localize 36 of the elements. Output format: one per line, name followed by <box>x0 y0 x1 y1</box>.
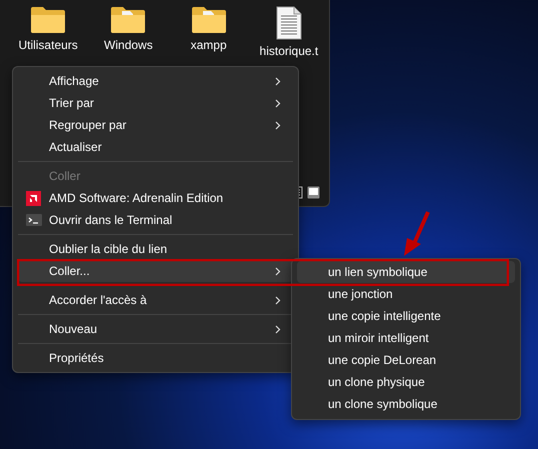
chevron-right-icon <box>275 296 281 304</box>
folder-with-document-icon <box>190 6 227 34</box>
submenu-item[interactable]: une copie intelligente <box>297 305 515 327</box>
menu-item[interactable]: Regrouper par <box>18 114 293 136</box>
menu-item[interactable]: Actualiser <box>18 136 293 158</box>
submenu-item[interactable]: un miroir intelligent <box>297 327 515 349</box>
submenu-item[interactable]: une jonction <box>297 283 515 305</box>
submenu-item[interactable]: un lien symbolique <box>297 261 515 283</box>
file-name[interactable]: Utilisateurs <box>18 38 78 52</box>
chevron-right-icon <box>275 266 281 276</box>
chevron-right-icon <box>275 98 281 108</box>
file-name[interactable]: xampp <box>190 38 227 52</box>
pointer-arrow <box>402 210 432 258</box>
terminal-icon <box>26 214 42 226</box>
chevron-right-icon <box>275 120 281 130</box>
menu-item[interactable]: Propriétés <box>18 347 293 369</box>
submenu-item[interactable]: une copie DeLorean <box>297 349 515 371</box>
submenu-item[interactable]: un clone symbolique <box>297 393 515 415</box>
folder-icon <box>30 6 66 34</box>
menu-item[interactable]: Trier par <box>18 92 293 114</box>
menu-item[interactable]: AMD Software: Adrenalin Edition <box>18 187 293 209</box>
folder-with-document-icon <box>110 6 146 34</box>
app-logo-icon <box>26 190 41 206</box>
tiles-view-icon[interactable] <box>307 186 320 199</box>
chevron-right-icon <box>275 324 281 334</box>
menu-item[interactable]: Ouvrir dans le Terminal <box>18 209 293 231</box>
menu-item[interactable]: Oublier la cible du lien <box>18 238 293 260</box>
menu-item[interactable]: Accorder l'accès à <box>18 289 293 311</box>
menu-item[interactable]: Coller... <box>18 260 293 282</box>
file-name[interactable]: historique.t <box>260 44 318 58</box>
text-file-icon <box>276 6 302 40</box>
menu-item[interactable]: Nouveau <box>18 318 293 340</box>
menu-item[interactable]: Affichage <box>18 70 293 92</box>
chevron-right-icon <box>275 76 281 86</box>
submenu-item[interactable]: un clone physique <box>297 371 515 393</box>
file-name[interactable]: Windows <box>104 38 153 52</box>
